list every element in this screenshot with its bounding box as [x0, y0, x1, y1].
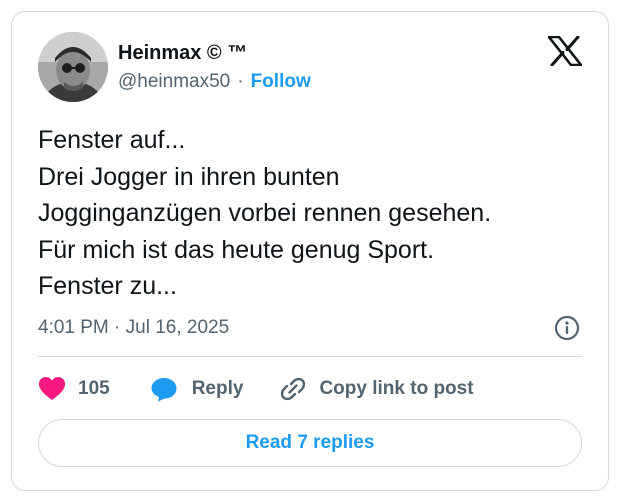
author-name-row: Heinmax © ™: [118, 40, 247, 66]
follow-button[interactable]: Follow: [251, 71, 311, 93]
post-text-line: Fenster zu...: [38, 272, 177, 300]
post-text-line: Für mich ist das heute genug Sport.: [38, 235, 435, 264]
like-button[interactable]: 105: [38, 376, 110, 402]
x-logo-icon[interactable]: [547, 35, 583, 67]
author-avatar[interactable]: [38, 32, 108, 102]
action-bar: 105 Reply Copy link to post: [38, 374, 474, 404]
like-count: 105: [78, 378, 110, 399]
divider: [38, 356, 582, 357]
post-text-line: Fenster auf...: [38, 126, 186, 154]
post-text-line: Drei Jogger in ihren bunten: [38, 162, 340, 191]
reply-button[interactable]: Reply: [150, 376, 244, 402]
copy-link-label: Copy link to post: [319, 378, 474, 399]
post-text-line: Jogginganzügen vorbei rennen gesehen.: [38, 199, 492, 227]
author-handle-row: @heinmax50 · Follow: [118, 70, 311, 94]
avatar-photo-icon: [38, 32, 108, 102]
info-icon[interactable]: [554, 315, 580, 341]
read-replies-button[interactable]: Read 7 replies: [38, 419, 582, 467]
author-display-name[interactable]: Heinmax © ™: [118, 42, 247, 65]
heart-icon: [39, 377, 65, 400]
author-handle[interactable]: @heinmax50: [118, 71, 230, 93]
copy-link-button[interactable]: Copy link to post: [279, 375, 474, 403]
post-text: Fenster auf... Drei Jogger in ihren bunt…: [38, 122, 598, 305]
post-timestamp[interactable]: 4:01 PM · Jul 16, 2025: [38, 315, 229, 341]
handle-separator: ·: [237, 71, 244, 92]
reply-bubble-icon: [151, 378, 177, 402]
reply-label: Reply: [191, 378, 244, 399]
link-icon: [281, 377, 306, 401]
embedded-post-card: Heinmax © ™ @heinmax50 · Follow Fenster …: [11, 11, 609, 491]
